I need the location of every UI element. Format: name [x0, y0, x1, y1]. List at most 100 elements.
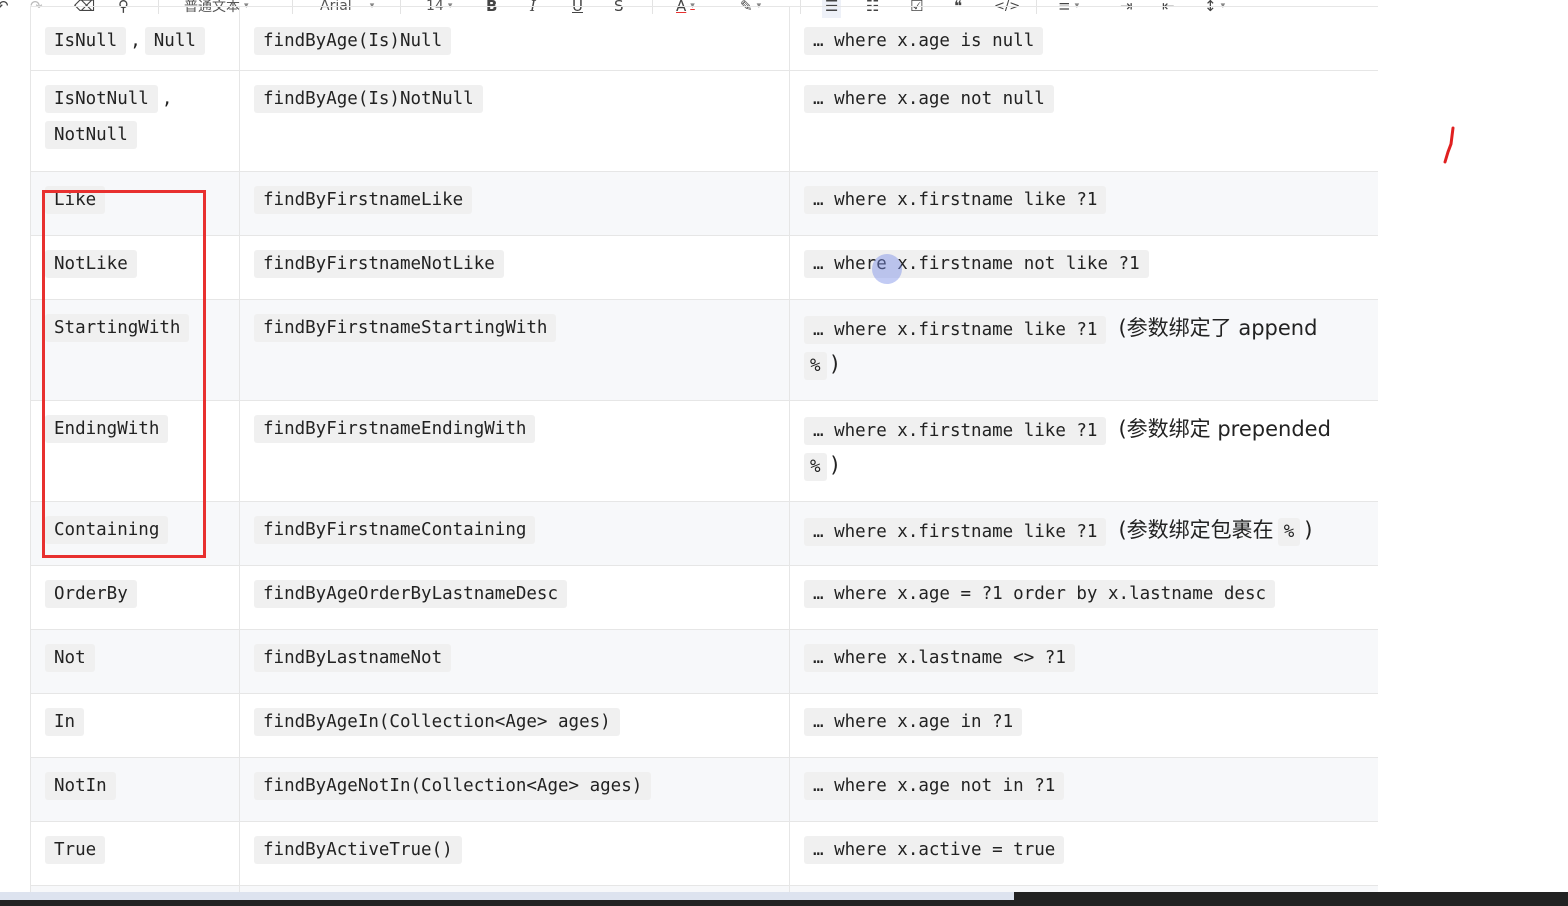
sample-code: findByLastnameNot	[254, 644, 452, 672]
keyword-cell[interactable]: OrderBy	[30, 565, 240, 630]
table-row: NotIn findByAgeNotIn(Collection<Age> age…	[30, 757, 1378, 822]
jpql-cell[interactable]: … where x.firstname like ?1 (参数绑定了 append…	[789, 299, 1378, 401]
table-row: Containing findByFirstnameContaining … w…	[30, 501, 1378, 566]
sample-cell[interactable]: findByAgeIn(Collection<Age> ages)	[239, 693, 790, 758]
keyword-code: Null	[144, 27, 205, 55]
jpql-cell[interactable]: … where x.active = true	[789, 821, 1378, 886]
keyword-cell[interactable]: NotLike	[30, 235, 240, 300]
percent-code: %	[804, 352, 827, 380]
table-row: Not findByLastnameNot … where x.lastname…	[30, 629, 1378, 694]
table-row: IsNull, Null findByAge(Is)Null … where x.…	[30, 6, 1378, 71]
keyword-code: NotIn	[45, 772, 116, 800]
jpql-cell[interactable]: … where x.age is null	[789, 6, 1378, 71]
table-row: EndingWith findByFirstnameEndingWith … w…	[30, 400, 1378, 502]
jpql-code: … where x.firstname like ?1	[804, 186, 1107, 214]
percent-code: %	[804, 453, 827, 481]
keyword-code: EndingWith	[45, 415, 169, 443]
sample-code: findByAgeIn(Collection<Age> ages)	[254, 708, 620, 736]
jpql-cell[interactable]: … where x.age in ?1	[789, 693, 1378, 758]
note-close-paren: )	[830, 453, 839, 477]
table-row: NotLike findByFirstnameNotLike … where x…	[30, 235, 1378, 300]
keyword-cell[interactable]: Containing	[30, 501, 240, 566]
keyword-cell[interactable]: EndingWith	[30, 400, 240, 502]
keyword-separator: ,	[130, 31, 141, 51]
keyword-code: In	[45, 708, 85, 736]
note-close-paren: )	[830, 352, 839, 376]
sample-code: findByAge(Is)Null	[254, 27, 452, 55]
keyword-code: NotLike	[45, 250, 137, 278]
keyword-code: OrderBy	[45, 580, 137, 608]
undo-icon[interactable]: ↶	[0, 0, 9, 18]
keyword-code: True	[45, 836, 106, 864]
jpql-code: … where x.age not null	[804, 85, 1054, 113]
jpql-code: … where x.firstname not like ?1	[804, 250, 1149, 278]
keyword-cell[interactable]: IsNull, Null	[30, 6, 240, 71]
sample-cell[interactable]: findByFirstnameEndingWith	[239, 400, 790, 502]
jpql-code: … where x.active = true	[804, 836, 1065, 864]
jpql-cell[interactable]: … where x.lastname <> ?1	[789, 629, 1378, 694]
sample-cell[interactable]: findByFirstnameLike	[239, 171, 790, 236]
cursor-highlight	[872, 254, 902, 284]
keyword-table: IsNull, Null findByAge(Is)Null … where x.…	[30, 6, 1378, 894]
table-row: StartingWith findByFirstnameStartingWith…	[30, 299, 1378, 401]
keyword-cell[interactable]: In	[30, 693, 240, 758]
keyword-code: IsNull	[45, 27, 127, 55]
sample-cell[interactable]: findByLastnameNot	[239, 629, 790, 694]
sample-code: findByAge(Is)NotNull	[254, 85, 483, 113]
note-close-paren: )	[1304, 518, 1313, 542]
keyword-code: NotNull	[45, 121, 137, 149]
jpql-code: … where x.firstname like ?1	[804, 518, 1107, 546]
jpql-code: … where x.age = ?1 order by x.lastname d…	[804, 580, 1276, 608]
sample-cell[interactable]: findByActiveTrue()	[239, 821, 790, 886]
jpql-note: (参数绑定包裹在	[1118, 518, 1274, 542]
jpql-cell[interactable]: … where x.firstname like ?1	[789, 171, 1378, 236]
sample-cell[interactable]: findByAgeOrderByLastnameDesc	[239, 565, 790, 630]
jpql-note: (参数绑定 prepended	[1118, 417, 1331, 441]
jpql-code: … where x.firstname like ?1	[804, 417, 1107, 445]
pen-annotation-mark	[1443, 126, 1455, 164]
table-row: In findByAgeIn(Collection<Age> ages) … w…	[30, 693, 1378, 758]
jpql-code: … where x.lastname <> ?1	[804, 644, 1075, 672]
jpql-code: … where x.firstname like ?1	[804, 316, 1107, 344]
table-row: True findByActiveTrue() … where x.active…	[30, 821, 1378, 886]
keyword-code: StartingWith	[45, 314, 190, 342]
sample-cell[interactable]: findByAge(Is)NotNull	[239, 70, 790, 172]
keyword-cell[interactable]: IsNotNull, NotNull	[30, 70, 240, 172]
sample-cell[interactable]: findByAge(Is)Null	[239, 6, 790, 71]
sample-cell[interactable]: findByFirstnameContaining	[239, 501, 790, 566]
sample-code: findByAgeOrderByLastnameDesc	[254, 580, 568, 608]
keyword-separator: ,	[161, 89, 173, 109]
sample-code: findByFirstnameEndingWith	[254, 415, 536, 443]
jpql-code: … where x.age is null	[804, 27, 1044, 55]
sample-code: findByAgeNotIn(Collection<Age> ages)	[254, 772, 652, 800]
table-row: OrderBy findByAgeOrderByLastnameDesc … w…	[30, 565, 1378, 630]
keyword-cell[interactable]: Not	[30, 629, 240, 694]
table-row: IsNotNull, NotNull findByAge(Is)NotNull …	[30, 70, 1378, 172]
jpql-cell[interactable]: … where x.age not null	[789, 70, 1378, 172]
sample-code: findByFirstnameStartingWith	[254, 314, 557, 342]
jpql-cell[interactable]: … where x.firstname like ?1 (参数绑定 prepend…	[789, 400, 1378, 502]
jpql-code: … where x.age not in ?1	[804, 772, 1065, 800]
keyword-cell[interactable]: NotIn	[30, 757, 240, 822]
table-row: Like findByFirstnameLike … where x.first…	[30, 171, 1378, 236]
sample-cell[interactable]: findByFirstnameStartingWith	[239, 299, 790, 401]
sample-code: findByActiveTrue()	[254, 836, 462, 864]
keyword-table-container: IsNull, Null findByAge(Is)Null … where x.…	[30, 6, 1378, 894]
sample-code: findByFirstnameNotLike	[254, 250, 504, 278]
keyword-code: Not	[45, 644, 95, 672]
jpql-cell[interactable]: … where x.firstname like ?1 (参数绑定包裹在%)	[789, 501, 1378, 566]
keyword-code: IsNotNull	[45, 85, 158, 113]
jpql-cell[interactable]: … where x.age not in ?1	[789, 757, 1378, 822]
keyword-cell[interactable]: Like	[30, 171, 240, 236]
scrollbar-thumb[interactable]	[0, 892, 1014, 900]
keyword-code: Like	[45, 186, 106, 214]
sample-cell[interactable]: findByAgeNotIn(Collection<Age> ages)	[239, 757, 790, 822]
sample-cell[interactable]: findByFirstnameNotLike	[239, 235, 790, 300]
sample-code: findByFirstnameLike	[254, 186, 473, 214]
keyword-cell[interactable]: StartingWith	[30, 299, 240, 401]
keyword-code: Containing	[45, 516, 169, 544]
sample-code: findByFirstnameContaining	[254, 516, 536, 544]
keyword-cell[interactable]: True	[30, 821, 240, 886]
jpql-cell[interactable]: … where x.age = ?1 order by x.lastname d…	[789, 565, 1378, 630]
jpql-code: … where x.age in ?1	[804, 708, 1023, 736]
